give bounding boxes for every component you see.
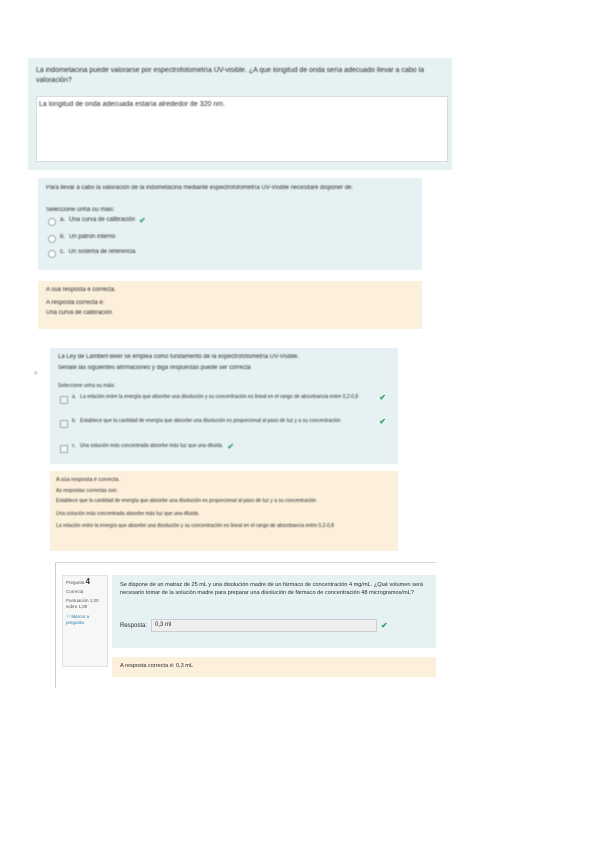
- correct-check-icon: ✔: [379, 393, 386, 402]
- correct-check-icon: ✔: [379, 417, 386, 426]
- option-letter: a.: [60, 217, 66, 223]
- response-label: Resposta:: [120, 622, 148, 629]
- option-letter: a.: [72, 394, 77, 400]
- checkbox-a[interactable]: [60, 396, 68, 404]
- question-3-text: La Ley de Lambert-Beer se emplea como fu…: [58, 354, 300, 360]
- feedback-status: A súa resposta é correcta.: [46, 287, 116, 293]
- question-2-text: Para llevar a cabo la valoración de la i…: [46, 185, 354, 191]
- question-state: Correcta: [66, 589, 84, 594]
- question-3-card: La Ley de Lambert-Beer se emplea como fu…: [50, 348, 398, 464]
- question-3-feedback: A súa resposta é correcta. As respostas …: [50, 471, 398, 551]
- checkbox-c[interactable]: [60, 445, 68, 453]
- select-prompt: Seleccione unha ou máis:: [58, 383, 116, 389]
- flag-icon: ⚐: [66, 614, 71, 619]
- feedback-line-2: Una solución más concentrada absorbe más…: [56, 511, 200, 517]
- question-1-text: La indometacina puede valorarse por espe…: [36, 67, 424, 84]
- option-text: La relación entre la energía que absorbe…: [80, 394, 359, 400]
- question-2-feedback: A súa resposta é correcta. A resposta co…: [38, 281, 422, 329]
- option-a[interactable]: a. Una curva de calibración ✔: [48, 216, 146, 226]
- question-4-info: Pregunta 4 Correcta Puntuación 1,00 sobr…: [62, 575, 108, 667]
- option-a[interactable]: a. La relación entre la energía que abso…: [60, 394, 378, 404]
- essay-answer-box[interactable]: La longitud de onda adecuada estaría alr…: [36, 96, 448, 162]
- question-4-card: Se dispone de un matraz de 25 mL y una d…: [112, 575, 436, 648]
- question-score: Puntuación 1,00 sobre 1,00: [66, 598, 99, 609]
- checkbox-a[interactable]: [48, 218, 56, 226]
- question-4-feedback: A resposta correcta é: 0,3 mL: [112, 657, 436, 677]
- checkbox-b[interactable]: [48, 235, 56, 243]
- option-letter: c.: [72, 443, 76, 449]
- option-text: Un patrón interno: [69, 234, 116, 240]
- feedback-label: As respostas correctas son:: [56, 488, 118, 494]
- feedback-line-3: La relación entre la energía que absorbe…: [56, 523, 334, 529]
- correct-check-icon: ✔: [227, 442, 235, 451]
- top-rule: [55, 562, 436, 563]
- checkbox-b[interactable]: [60, 420, 68, 428]
- response-row: Resposta: 0,3 ml ✔: [120, 619, 388, 632]
- option-text: Una solución más concentrada absorbe más…: [79, 443, 224, 449]
- option-letter: c.: [60, 249, 65, 255]
- response-value: 0,3 ml: [155, 622, 172, 628]
- question-label: Pregunta: [66, 580, 85, 585]
- option-b[interactable]: b. Un patrón interno: [48, 233, 115, 243]
- question-number: 4: [85, 577, 90, 586]
- option-b[interactable]: b. Establece que la cantidad de energía …: [60, 418, 378, 428]
- question-1-card: La indometacina puede valorarse por espe…: [28, 58, 452, 170]
- flag-question-link[interactable]: ⚐ Marcar a pregunta: [66, 614, 104, 626]
- correct-check-icon: ✔: [139, 216, 146, 225]
- feedback-correct-answer: A resposta correcta é: 0,3 mL: [120, 663, 194, 669]
- question-4-text: Se dispone de un matraz de 25 mL y una d…: [120, 582, 423, 596]
- flag-question-label: Marcar a pregunta: [66, 614, 90, 625]
- question-2-card: Para llevar a cabo la valoración de la i…: [38, 178, 422, 270]
- side-marker: >: [34, 371, 38, 377]
- option-letter: b.: [72, 418, 77, 424]
- select-prompt: Seleccione unha ou máis:: [46, 207, 115, 213]
- option-letter: b.: [60, 234, 66, 240]
- left-rule: [55, 562, 56, 688]
- option-text: Establece que la cantidad de energía que…: [80, 418, 341, 424]
- essay-answer-text: La longitud de onda adecuada estaría alr…: [39, 101, 226, 108]
- feedback-status: A súa resposta é correcta.: [56, 477, 120, 483]
- checkbox-c[interactable]: [48, 250, 56, 258]
- option-c[interactable]: c. Un sistema de referencia: [48, 248, 135, 258]
- option-text: Un sistema de referencia: [68, 249, 136, 255]
- option-c[interactable]: c. Una solución más concentrada absorbe …: [60, 443, 378, 453]
- option-text: Una curva de calibración: [69, 217, 136, 223]
- question-number-line: Pregunta 4: [66, 577, 104, 586]
- correct-check-icon: ✔: [381, 621, 388, 630]
- feedback-line-1: Establece que la cantidad de energía que…: [56, 498, 317, 504]
- feedback-correct-answer: Una curva de calibración: [46, 310, 113, 316]
- feedback-label: A resposta correcta é:: [46, 300, 105, 306]
- question-3-hint: Señale las siguientes afirmaciones y dig…: [58, 365, 251, 371]
- response-input[interactable]: 0,3 ml: [151, 619, 378, 632]
